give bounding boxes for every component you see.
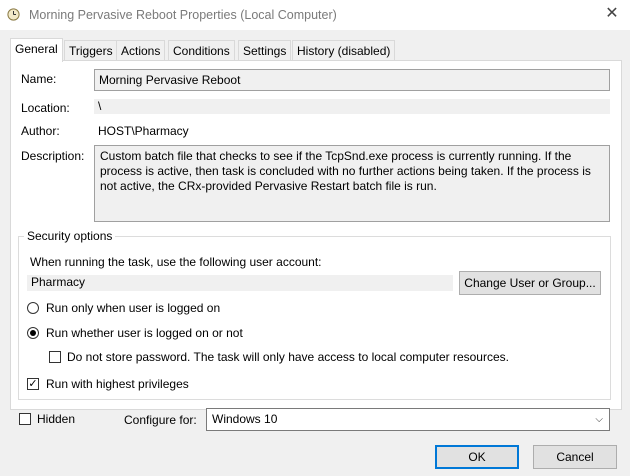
radio-logged-on-label[interactable]: Run only when user is logged on (46, 301, 220, 315)
window-title: Morning Pervasive Reboot Properties (Loc… (29, 8, 337, 22)
name-field[interactable]: Morning Pervasive Reboot (94, 69, 610, 91)
highest-privileges-checkbox[interactable]: ✓ (27, 378, 39, 390)
name-label: Name: (21, 72, 57, 86)
security-options-title: Security options (24, 229, 116, 243)
description-label: Description: (21, 149, 85, 163)
hidden-checkbox[interactable] (19, 413, 31, 425)
clock-icon (7, 8, 20, 21)
location-value: \ (94, 99, 610, 114)
configure-for-value: Windows 10 (212, 412, 278, 426)
tab-history[interactable]: History (disabled) (292, 40, 396, 61)
tab-triggers[interactable]: Triggers (64, 40, 118, 61)
highest-privileges-label[interactable]: Run with highest privileges (46, 377, 189, 391)
change-user-button[interactable]: Change User or Group... (459, 271, 601, 295)
radio-whether-logged-on[interactable] (27, 327, 39, 339)
tab-conditions[interactable]: Conditions (168, 40, 235, 61)
description-field[interactable]: Custom batch file that checks to see if … (94, 145, 610, 222)
chevron-down-icon: ⌵ (595, 414, 603, 425)
user-account-value: Pharmacy (27, 275, 453, 291)
tab-actions[interactable]: Actions (116, 40, 166, 61)
account-prompt: When running the task, use the following… (30, 255, 322, 269)
no-store-password-checkbox[interactable] (49, 351, 61, 363)
tab-settings[interactable]: Settings (238, 40, 292, 61)
configure-for-label: Configure for: (124, 413, 197, 427)
close-icon[interactable]: ✕ (602, 3, 622, 25)
location-label: Location: (21, 101, 70, 115)
author-label: Author: (21, 124, 60, 138)
cancel-button[interactable]: Cancel (533, 445, 617, 469)
radio-logged-on[interactable] (27, 302, 39, 314)
tab-general[interactable]: General (10, 38, 63, 62)
no-store-password-label[interactable]: Do not store password. The task will onl… (67, 350, 509, 364)
configure-for-select[interactable]: Windows 10 ⌵ (206, 408, 610, 431)
author-value: HOST\Pharmacy (98, 124, 189, 138)
hidden-label[interactable]: Hidden (37, 412, 75, 426)
ok-button[interactable]: OK (435, 445, 519, 469)
radio-whether-logged-on-label[interactable]: Run whether user is logged on or not (46, 326, 243, 340)
